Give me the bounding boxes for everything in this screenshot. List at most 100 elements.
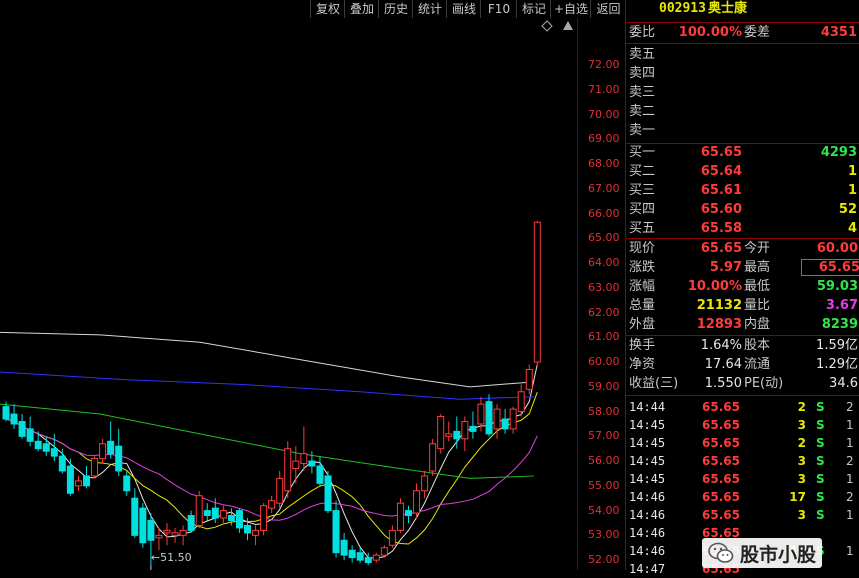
fuquan-button[interactable]: 复权 (310, 0, 345, 18)
buy-row[interactable]: 买三 65.61 1 (626, 182, 859, 200)
candle-body[interactable] (445, 433, 453, 437)
candle-body[interactable] (26, 428, 34, 442)
candle-body[interactable] (405, 510, 412, 517)
candle-body[interactable] (66, 465, 74, 494)
y-tick-label: 64.00 (588, 256, 620, 270)
draw-line-button[interactable]: 画线 (446, 0, 481, 18)
tick-row[interactable]: 14:46 65.65 3 S 1 (626, 506, 859, 524)
candle-body[interactable] (10, 413, 18, 425)
candle-body[interactable] (429, 443, 437, 472)
candle-body[interactable] (252, 529, 260, 536)
add-watchlist-button[interactable]: +自选 (550, 0, 591, 18)
up-arrow-icon[interactable] (563, 21, 573, 30)
buy-row[interactable]: 买一 65.65 4293 (626, 144, 859, 162)
buy-volume: 4293 (820, 145, 857, 160)
candle-body[interactable] (219, 510, 227, 519)
candle-body[interactable] (332, 510, 340, 554)
candle-body[interactable] (501, 418, 509, 430)
candle-body[interactable] (18, 420, 26, 437)
candle-body[interactable] (364, 557, 372, 564)
candle-body[interactable] (107, 440, 115, 455)
candle-body[interactable] (235, 510, 243, 529)
candle-body[interactable] (42, 443, 50, 452)
candle-body[interactable] (171, 532, 179, 536)
candle-body[interactable] (517, 391, 525, 413)
candle-body[interactable] (380, 547, 388, 556)
tick-row[interactable]: 14:45 65.65 3 S 1 (626, 416, 859, 434)
candle-body[interactable] (485, 401, 493, 435)
candle-body[interactable] (244, 524, 251, 534)
candle-body[interactable] (2, 406, 10, 420)
overlay-button[interactable]: 叠加 (344, 0, 379, 18)
candle-body[interactable] (155, 534, 163, 539)
candle-body[interactable] (324, 475, 332, 512)
diamond-icon[interactable] (541, 20, 553, 32)
candle-body[interactable] (284, 448, 292, 492)
candle-body[interactable] (203, 510, 211, 517)
candle-body[interactable] (437, 416, 445, 450)
candle-body[interactable] (372, 554, 380, 561)
candle-body[interactable] (413, 490, 421, 514)
candle-body[interactable] (163, 529, 171, 534)
candle-body[interactable] (268, 500, 276, 509)
candle-body[interactable] (83, 475, 90, 487)
tick-row[interactable]: 14:46 65.65 17 S 2 (626, 488, 859, 506)
candle-body[interactable] (99, 443, 107, 460)
candle-body[interactable] (477, 403, 485, 425)
sell-row[interactable]: 卖五 (626, 46, 859, 64)
sell-row[interactable]: 卖四 (626, 65, 859, 83)
back-button[interactable]: 返回 (590, 0, 626, 18)
candle-body[interactable] (123, 475, 131, 492)
mark-button[interactable]: 标记 (516, 0, 551, 18)
tick-row[interactable]: 14:45 65.65 3 S 1 (626, 470, 859, 488)
candle-body[interactable] (509, 408, 517, 430)
candle-body[interactable] (195, 495, 203, 526)
candle-body[interactable] (421, 475, 429, 492)
candle-body[interactable] (139, 507, 147, 544)
history-button[interactable]: 历史 (378, 0, 413, 18)
candle-body[interactable] (525, 368, 533, 390)
candle-body[interactable] (115, 445, 123, 472)
candlestick-chart[interactable]: ←51.50 (0, 18, 578, 570)
buy-level-label: 买三 (629, 183, 656, 198)
buy-volume: 1 (847, 164, 857, 179)
candle-body[interactable] (388, 529, 396, 546)
f10-button[interactable]: F10 (480, 0, 517, 18)
candle-body[interactable] (58, 455, 66, 472)
candle-body[interactable] (276, 477, 284, 504)
candle-body[interactable] (461, 420, 469, 440)
candle-body[interactable] (469, 425, 477, 432)
candle-body[interactable] (453, 430, 461, 440)
candle-body[interactable] (34, 440, 42, 450)
statistics-button[interactable]: 统计 (412, 0, 447, 18)
tick-row[interactable]: 14:44 65.65 2 S 2 (626, 398, 859, 416)
sell-row[interactable]: 卖二 (626, 103, 859, 121)
candle-body[interactable] (356, 552, 364, 561)
candle-body[interactable] (316, 465, 324, 484)
candle-body[interactable] (74, 480, 82, 487)
tick-row[interactable]: 14:45 65.65 2 S 1 (626, 434, 859, 452)
candle-body[interactable] (211, 507, 219, 519)
candle-body[interactable] (533, 221, 541, 363)
candle-body[interactable] (300, 453, 308, 465)
candle-body[interactable] (260, 505, 268, 531)
candle-body[interactable] (91, 458, 99, 477)
sell-row[interactable]: 卖三 (626, 84, 859, 102)
candle-body[interactable] (340, 539, 348, 556)
candle-body[interactable] (396, 502, 404, 531)
candle-body[interactable] (147, 519, 155, 541)
candle-body[interactable] (187, 515, 195, 531)
candle-body[interactable] (227, 515, 235, 521)
candle-body[interactable] (131, 497, 139, 536)
candle-body[interactable] (50, 448, 58, 457)
candle-body[interactable] (292, 460, 300, 470)
candle-body[interactable] (179, 529, 187, 536)
sell-row[interactable]: 卖一 (626, 122, 859, 140)
buy-row[interactable]: 买四 65.60 52 (626, 201, 859, 219)
buy-row[interactable]: 买二 65.64 1 (626, 163, 859, 181)
buy-row[interactable]: 买五 65.58 4 (626, 220, 859, 238)
candle-body[interactable] (308, 460, 316, 467)
candle-body[interactable] (493, 408, 501, 430)
tick-row[interactable]: 14:45 65.65 3 S 2 (626, 452, 859, 470)
candle-body[interactable] (348, 549, 356, 559)
